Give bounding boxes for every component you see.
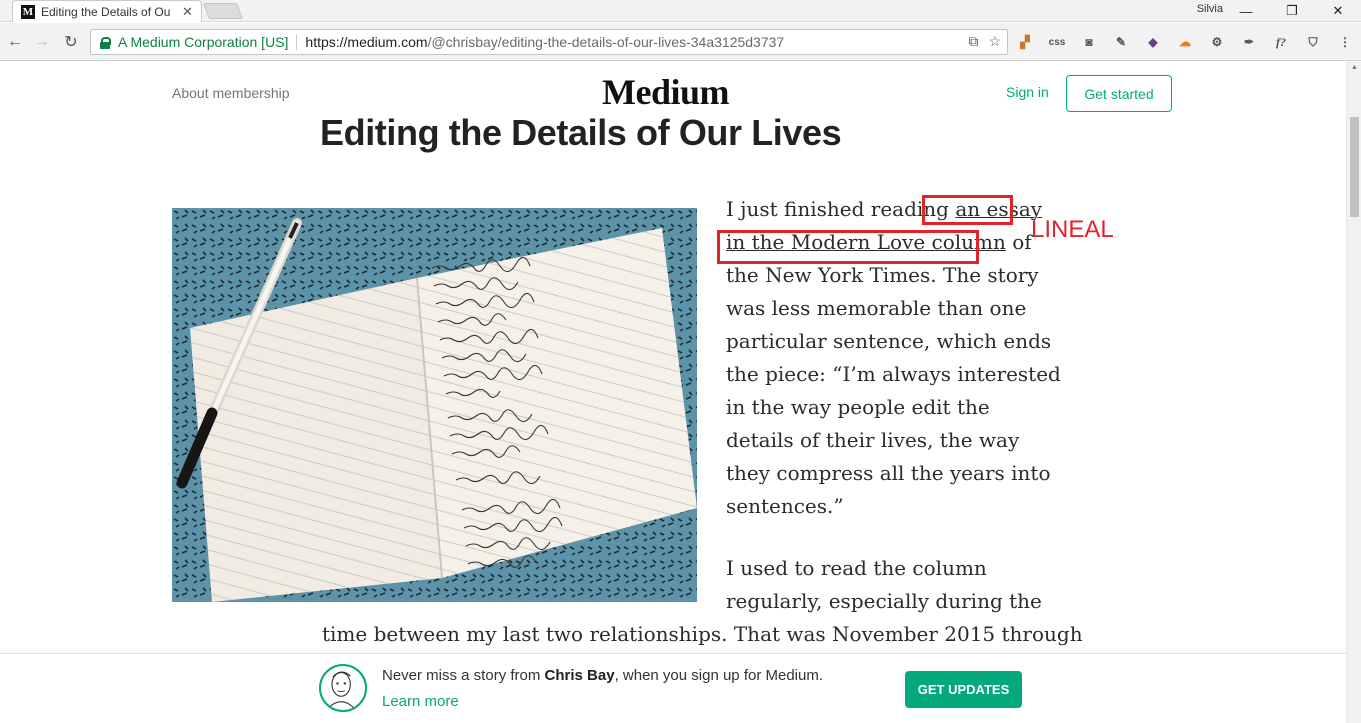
p2-line-2: regularly, especially during the bbox=[726, 589, 1042, 613]
url-path: /@chrisbay/editing-the-details-of-our-li… bbox=[427, 34, 785, 50]
get-updates-button[interactable]: GET UPDATES bbox=[905, 671, 1022, 708]
article-title: Editing the Details of Our Lives bbox=[320, 112, 842, 153]
page-viewport: About membership Medium Sign in Get star… bbox=[0, 62, 1361, 723]
maximize-icon[interactable]: ❐ bbox=[1269, 0, 1315, 22]
close-window-icon[interactable]: ✕ bbox=[1315, 0, 1361, 22]
browser-tab-strip: M Editing the Details of Ou ✕ Silvia — ❐… bbox=[0, 0, 1361, 22]
extensions-bar: ▞ css ◙ ✎ ◆ ☁ ⚙ ✒ f? ⛉ ⋮ bbox=[1014, 32, 1356, 52]
menu-kebab-icon[interactable]: ⋮ bbox=[1334, 32, 1356, 52]
get-started-button[interactable]: Get started bbox=[1066, 75, 1172, 112]
minimize-icon[interactable]: — bbox=[1223, 0, 1269, 22]
scroll-up-icon[interactable]: ▲ bbox=[1350, 64, 1359, 74]
browser-tab-active[interactable]: M Editing the Details of Ou ✕ bbox=[12, 0, 202, 22]
medium-logo[interactable]: Medium bbox=[602, 71, 730, 113]
p1-line-8: details of their lives, the way bbox=[726, 428, 1020, 452]
p2-line-1: I used to read the column bbox=[726, 556, 987, 580]
p1-line-9: they compress all the years into bbox=[726, 461, 1051, 485]
about-membership-link[interactable]: About membership bbox=[172, 85, 290, 101]
notebook-illustration bbox=[172, 208, 697, 602]
annotation-box-essay bbox=[922, 195, 1013, 225]
translate-icon[interactable]: ⧉ bbox=[968, 33, 978, 50]
shield-icon[interactable]: ⛉ bbox=[1302, 32, 1324, 52]
scrollbar-thumb[interactable] bbox=[1350, 117, 1359, 217]
url-separator bbox=[296, 34, 298, 50]
reload-icon[interactable]: ↻ bbox=[60, 31, 82, 53]
p1-line1-text: I just finished reading bbox=[726, 197, 956, 221]
learn-more-link[interactable]: Learn more bbox=[382, 693, 459, 710]
camera-icon[interactable]: ◙ bbox=[1078, 32, 1100, 52]
browser-toolbar: ← → ↻ A Medium Corporation [US] https://… bbox=[0, 23, 1361, 61]
arrow-right-icon[interactable]: → bbox=[31, 31, 53, 53]
tab-title: Editing the Details of Ou bbox=[41, 4, 171, 19]
extension-css-icon[interactable]: css bbox=[1046, 32, 1068, 52]
extension-tag-icon[interactable]: ▞ bbox=[1014, 32, 1036, 52]
sign-in-link[interactable]: Sign in bbox=[1006, 84, 1049, 100]
p1-line-4: was less memorable than one bbox=[726, 296, 1027, 320]
article-paragraph-3: time between my last two relationships. … bbox=[322, 618, 1083, 651]
p1-line-6: the piece: “I’m always interested bbox=[726, 362, 1061, 386]
signup-footer-bar: Never miss a story from Chris Bay, when … bbox=[0, 653, 1346, 723]
gear-icon[interactable]: ⚙ bbox=[1206, 32, 1228, 52]
lock-icon bbox=[100, 36, 111, 49]
star-icon[interactable]: ☆ bbox=[988, 33, 1001, 50]
footer-message: Never miss a story from Chris Bay, when … bbox=[382, 667, 823, 684]
url-host: https://medium.com bbox=[305, 34, 428, 50]
footer-author-name[interactable]: Chris Bay bbox=[545, 667, 615, 684]
medium-favicon-icon: M bbox=[21, 4, 35, 19]
page-scrollbar[interactable]: ▲ bbox=[1346, 62, 1361, 723]
annotation-label: LINEAL bbox=[1031, 216, 1114, 243]
p1-line-7: in the way people edit the bbox=[726, 395, 990, 419]
p1-line2-text: of bbox=[1005, 230, 1032, 254]
omnibox-actions: ⧉ ☆ bbox=[968, 33, 1001, 50]
p1-line-5: particular sentence, which ends bbox=[726, 329, 1052, 353]
cloud-icon[interactable]: ☁ bbox=[1174, 32, 1196, 52]
tab-close-icon[interactable]: ✕ bbox=[182, 4, 193, 20]
font-identifier-icon[interactable]: f? bbox=[1270, 32, 1292, 52]
pen-icon[interactable]: ✒ bbox=[1238, 32, 1260, 52]
p3-line-1: time between my last two relationships. … bbox=[322, 622, 1083, 646]
profile-name[interactable]: Silvia bbox=[1197, 3, 1223, 15]
new-tab-button[interactable] bbox=[203, 3, 243, 19]
address-bar[interactable]: A Medium Corporation [US] https://medium… bbox=[90, 29, 1008, 55]
author-avatar[interactable] bbox=[319, 664, 367, 712]
arrow-left-icon[interactable]: ← bbox=[4, 31, 26, 53]
annotation-box-modern-love bbox=[717, 230, 979, 264]
eyedropper-icon[interactable]: ✎ bbox=[1110, 32, 1132, 52]
p1-line-10: sentences.” bbox=[726, 494, 844, 518]
article-paragraph-2: I used to read the column regularly, esp… bbox=[726, 552, 1042, 618]
footer-text-pre: Never miss a story from bbox=[382, 667, 545, 684]
layers-icon[interactable]: ◆ bbox=[1142, 32, 1164, 52]
notebook-photo bbox=[172, 208, 697, 602]
secure-origin-label: A Medium Corporation [US] bbox=[118, 34, 289, 50]
footer-text-post: , when you sign up for Medium. bbox=[614, 667, 824, 684]
author-sketch-icon bbox=[327, 671, 355, 709]
